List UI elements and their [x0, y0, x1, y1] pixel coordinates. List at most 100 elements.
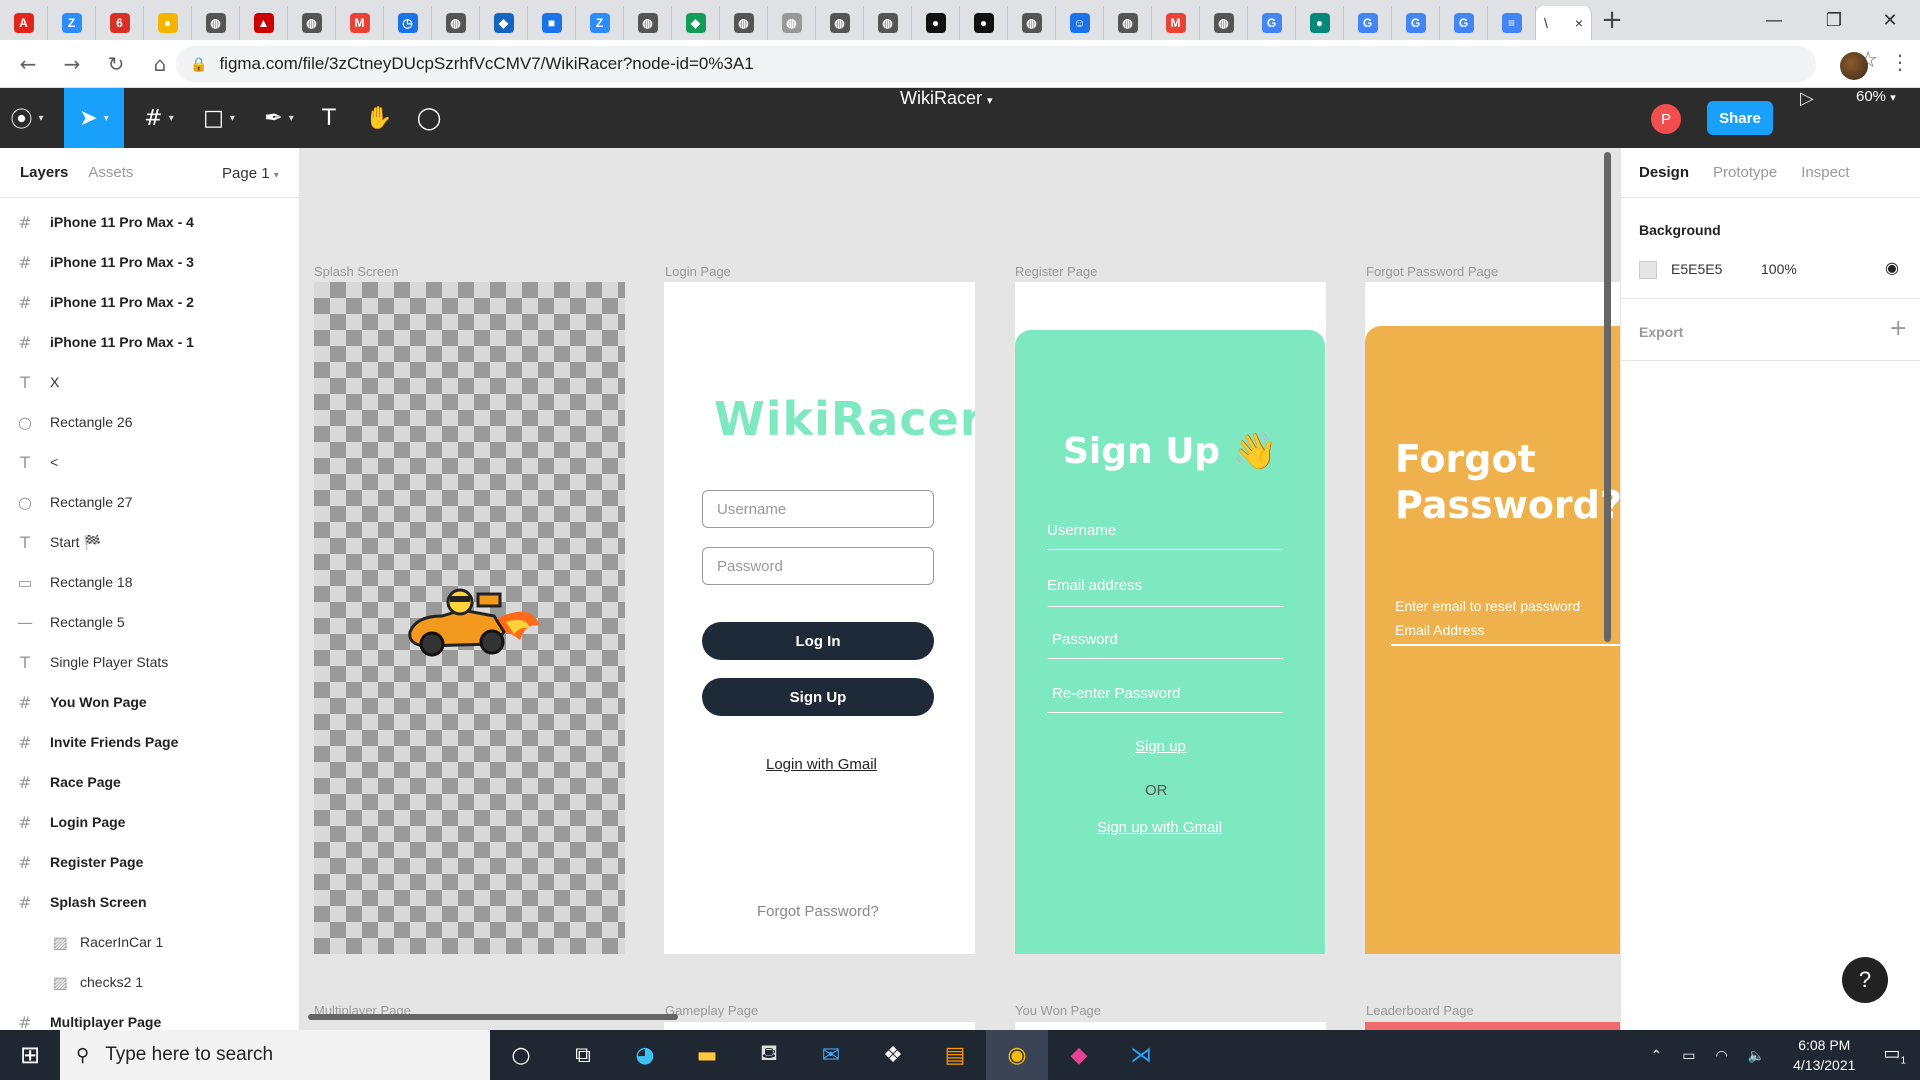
- browser-tab[interactable]: ◍: [816, 6, 864, 40]
- browser-tab[interactable]: A: [0, 6, 48, 40]
- share-button[interactable]: Share: [1707, 101, 1773, 135]
- background-hex-value[interactable]: E5E5E5: [1671, 261, 1722, 277]
- tab-prototype[interactable]: Prototype: [1713, 164, 1777, 181]
- browser-tab[interactable]: ≡: [1488, 6, 1536, 40]
- layer-row[interactable]: ○ Rectangle 26: [0, 402, 299, 442]
- collaborator-avatar[interactable]: P: [1651, 104, 1681, 134]
- layer-row[interactable]: # iPhone 11 Pro Max - 2: [0, 282, 299, 322]
- tray-chevron-up-icon[interactable]: ⌃: [1651, 1047, 1663, 1064]
- canvas-vertical-scrollbar[interactable]: [1604, 152, 1611, 642]
- zoom-menu[interactable]: 60% ▾: [1856, 88, 1896, 148]
- wifi-icon[interactable]: ◠: [1715, 1047, 1727, 1064]
- shape-tool-icon[interactable]: □ ▾: [192, 88, 246, 148]
- present-play-icon[interactable]: ▷: [1800, 88, 1814, 148]
- home-icon[interactable]: ⌂: [140, 44, 180, 84]
- frame-label-splash[interactable]: Splash Screen: [314, 264, 399, 279]
- browser-tab[interactable]: 6: [96, 6, 144, 40]
- browser-tab[interactable]: G: [1392, 6, 1440, 40]
- browser-tab[interactable]: M: [336, 6, 384, 40]
- layer-row[interactable]: # You Won Page: [0, 682, 299, 722]
- browser-tab[interactable]: Z: [48, 6, 96, 40]
- layer-row[interactable]: # Race Page: [0, 762, 299, 802]
- you-won-frame-top[interactable]: [1015, 1022, 1326, 1030]
- browser-tab[interactable]: ◷: [384, 6, 432, 40]
- frame-label-login[interactable]: Login Page: [665, 264, 731, 279]
- browser-tab[interactable]: ◍: [432, 6, 480, 40]
- back-icon[interactable]: ←: [8, 44, 48, 84]
- frame-label-forgot[interactable]: Forgot Password Page: [1366, 264, 1498, 279]
- design-canvas[interactable]: Splash Screen Login Page Register Page F…: [300, 148, 1620, 1030]
- notifications-icon[interactable]: ▭1: [1883, 1043, 1906, 1067]
- layer-row[interactable]: # Login Page: [0, 802, 299, 842]
- browser-tab[interactable]: ◍: [1008, 6, 1056, 40]
- mail-icon[interactable]: ✉: [800, 1030, 862, 1080]
- browser-tab[interactable]: ◍: [768, 6, 816, 40]
- login-page-frame[interactable]: WikiRacer Username Password Log In Sign …: [664, 282, 975, 954]
- add-export-icon[interactable]: +: [1889, 316, 1907, 341]
- amazon-icon[interactable]: ▤: [924, 1030, 986, 1080]
- layer-row[interactable]: # iPhone 11 Pro Max - 1: [0, 322, 299, 362]
- close-tab-icon[interactable]: ×: [1575, 15, 1583, 31]
- username-input[interactable]: Username: [702, 490, 934, 528]
- comment-tool-icon[interactable]: ◯: [412, 88, 446, 148]
- tab-assets[interactable]: Assets: [88, 164, 133, 181]
- signup-button[interactable]: Sign Up: [702, 678, 934, 716]
- canvas-horizontal-scrollbar[interactable]: [308, 1014, 678, 1020]
- layer-row[interactable]: ▭ Rectangle 18: [0, 562, 299, 602]
- browser-tab[interactable]: ◍: [624, 6, 672, 40]
- layer-row[interactable]: ▨ RacerInCar 1: [0, 922, 299, 962]
- forgot-password-frame[interactable]: Forgot Password? Enter email to reset pa…: [1365, 282, 1620, 954]
- chrome-icon[interactable]: ◉: [986, 1030, 1048, 1080]
- login-button[interactable]: Log In: [702, 622, 934, 660]
- register-password-field[interactable]: Password: [1047, 631, 1283, 659]
- register-page-frame[interactable]: Sign Up 👋 Username Email address Passwor…: [1015, 282, 1326, 954]
- layer-row[interactable]: # iPhone 11 Pro Max - 3: [0, 242, 299, 282]
- layer-row[interactable]: T Start 🏁: [0, 522, 299, 562]
- hand-tool-icon[interactable]: ✋: [362, 88, 396, 148]
- layer-row[interactable]: T <: [0, 442, 299, 482]
- layer-row[interactable]: — Rectangle 5: [0, 602, 299, 642]
- taskbar-clock[interactable]: 6:08 PM 4/13/2021: [1793, 1035, 1855, 1075]
- page-selector[interactable]: Page 1 ▾: [222, 165, 279, 182]
- splash-screen-frame[interactable]: [314, 282, 625, 954]
- tab-layers[interactable]: Layers: [20, 164, 68, 181]
- cortana-icon[interactable]: ○: [490, 1030, 552, 1080]
- browser-tab[interactable]: ▲: [240, 6, 288, 40]
- git-app-icon[interactable]: ◆: [1048, 1030, 1110, 1080]
- layer-row[interactable]: ▨ checks2 1: [0, 962, 299, 1002]
- tab-inspect[interactable]: Inspect: [1801, 164, 1849, 181]
- figma-main-menu-icon[interactable]: ⦿ ▾: [0, 88, 54, 148]
- signup-with-gmail-link[interactable]: Sign up with Gmail: [1097, 819, 1222, 836]
- browser-tab[interactable]: M: [1152, 6, 1200, 40]
- task-view-icon[interactable]: ⧉: [552, 1030, 614, 1080]
- leaderboard-frame-top[interactable]: [1365, 1022, 1620, 1030]
- eye-icon[interactable]: ◉: [1885, 258, 1899, 277]
- layer-row[interactable]: # Splash Screen: [0, 882, 299, 922]
- text-tool-icon[interactable]: T: [314, 88, 344, 148]
- browser-tab[interactable]: Z: [576, 6, 624, 40]
- frame-label-register[interactable]: Register Page: [1015, 264, 1097, 279]
- browser-tab[interactable]: ◍: [864, 6, 912, 40]
- browser-tab[interactable]: ◆: [480, 6, 528, 40]
- store-icon[interactable]: ⛾: [738, 1030, 800, 1080]
- url-field[interactable]: 🔒 figma.com/file/3zCtneyDUcpSzrhfVcCMV7/…: [176, 46, 1816, 82]
- browser-tab[interactable]: G: [1248, 6, 1296, 40]
- register-reenter-password-field[interactable]: Re-enter Password: [1047, 685, 1283, 713]
- pen-tool-icon[interactable]: ✒ ▾: [252, 88, 306, 148]
- windows-start-icon[interactable]: ⊞: [0, 1030, 60, 1080]
- profile-avatar[interactable]: [1840, 52, 1868, 80]
- minimize-icon[interactable]: —: [1744, 0, 1804, 40]
- signup-link[interactable]: Sign up: [1135, 738, 1186, 755]
- maximize-icon[interactable]: ❐: [1804, 0, 1864, 40]
- frame-label-gameplay[interactable]: Gameplay Page: [665, 1003, 758, 1018]
- forward-icon[interactable]: →: [52, 44, 92, 84]
- gameplay-frame-top[interactable]: [664, 1022, 975, 1030]
- close-window-icon[interactable]: ✕: [1860, 0, 1920, 40]
- browser-tab[interactable]: ■: [528, 6, 576, 40]
- layer-row[interactable]: # iPhone 11 Pro Max - 4: [0, 202, 299, 242]
- frame-label-leaderboard[interactable]: Leaderboard Page: [1366, 1003, 1474, 1018]
- layer-row[interactable]: # Register Page: [0, 842, 299, 882]
- layer-row[interactable]: # Multiplayer Page: [0, 1002, 299, 1031]
- menu-kebab-icon[interactable]: ⋮: [1890, 50, 1910, 74]
- email-address-field[interactable]: Email Address: [1391, 622, 1620, 646]
